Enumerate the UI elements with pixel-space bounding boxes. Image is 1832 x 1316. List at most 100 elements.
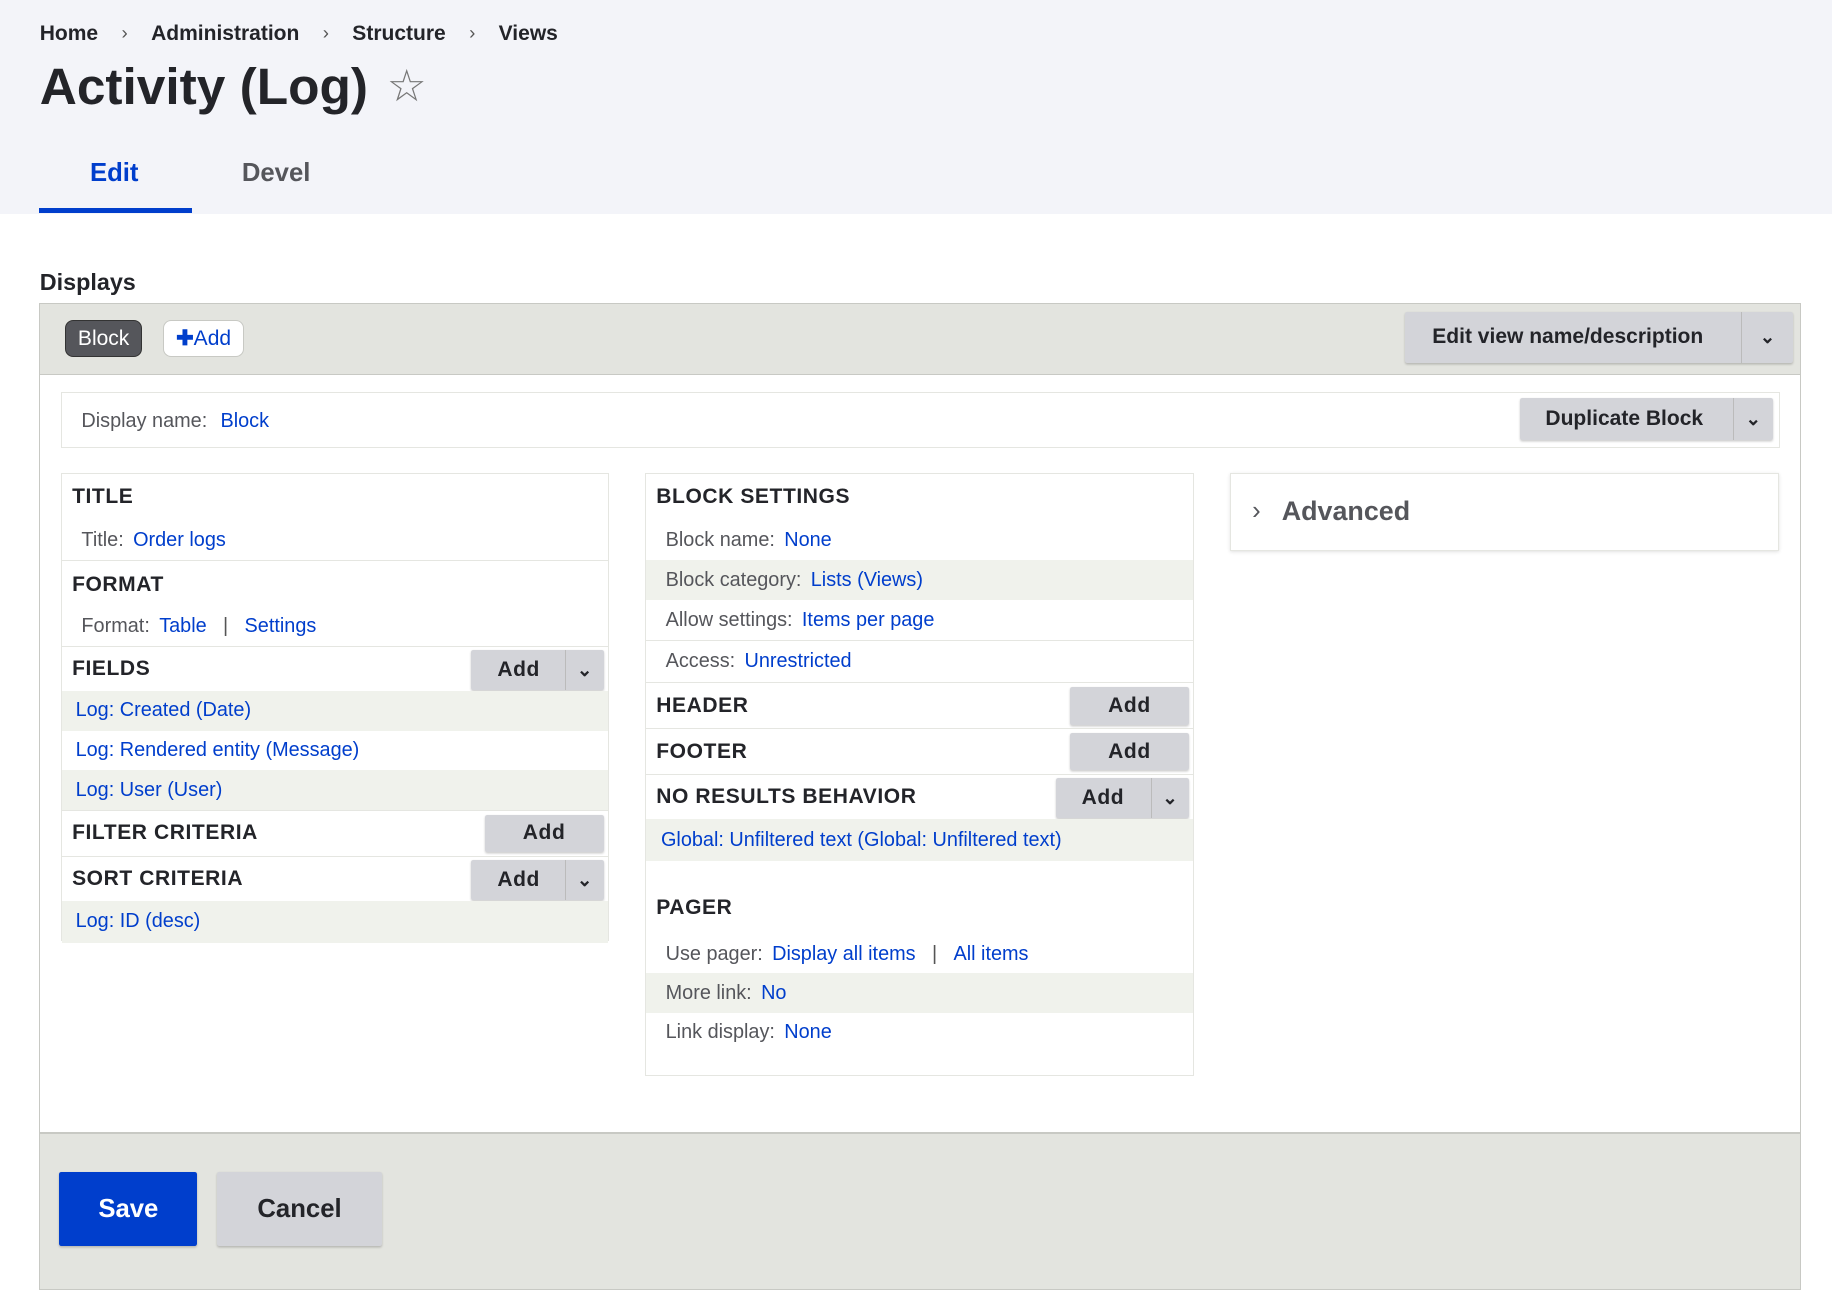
field-link[interactable]: Log: Created (Date) — [76, 699, 252, 722]
link-display-row: Link display: None — [646, 1013, 1193, 1053]
footer-heading: FOOTER — [656, 739, 748, 763]
no-results-item: Global: Unfiltered text (Global: Unfilte… — [645, 819, 1193, 862]
title-label: Title: — [81, 529, 124, 552]
section-header: HEADER Add — [645, 681, 1193, 729]
displays-panel: Block ✚Add Edit view name/description ⌄ … — [38, 302, 1802, 1290]
fields-add-button[interactable]: Add ⌄ — [470, 650, 604, 690]
row-label: Link display: — [665, 1021, 775, 1044]
section-fields: FIELDS Add ⌄ — [61, 645, 609, 691]
use-pager-row: Use pager: Display all items | All items — [665, 943, 1029, 966]
section-filter-criteria: FILTER CRITERIA Add — [61, 810, 609, 855]
chevron-down-icon[interactable]: ⌄ — [565, 650, 603, 690]
allow-settings-row: Allow settings: Items per page — [645, 600, 1193, 641]
row-label: Access: — [665, 649, 736, 672]
block-name-row: Block name: None — [646, 521, 1193, 561]
breadcrumb-administration[interactable]: Administration — [151, 22, 299, 46]
row-label: Block category: — [665, 568, 802, 591]
field-link[interactable]: Log: Rendered entity (Message) — [76, 739, 360, 762]
add-label: Add — [497, 657, 540, 681]
sort-link[interactable]: Log: ID (desc) — [76, 910, 201, 933]
display-tab-block[interactable]: Block — [65, 319, 142, 357]
more-link-row: More link: No — [645, 973, 1193, 1014]
row-link[interactable]: Unrestricted — [745, 650, 852, 673]
breadcrumb-home[interactable]: Home — [40, 22, 98, 46]
no-results-add-button[interactable]: Add ⌄ — [1055, 778, 1190, 818]
row-label: More link: — [665, 981, 752, 1004]
save-button[interactable]: Save — [59, 1171, 198, 1247]
section-block-settings: BLOCK SETTINGS — [656, 485, 851, 509]
no-results-heading: NO RESULTS BEHAVIOR — [656, 784, 917, 808]
tab-edit[interactable]: Edit — [90, 159, 139, 188]
header-add-button[interactable]: Add — [1069, 687, 1190, 725]
add-label: Add — [1081, 786, 1125, 810]
left-column: TITLE Title: Order logs FORMAT Format: Tab… — [60, 473, 610, 943]
fields-heading: FIELDS — [72, 656, 151, 680]
title-link[interactable]: Order logs — [133, 529, 226, 552]
chevron-down-icon[interactable]: ⌄ — [1732, 398, 1774, 441]
add-label: Add — [497, 867, 540, 891]
pager-items-link[interactable]: All items — [953, 943, 1028, 966]
tab-devel[interactable]: Devel — [242, 159, 311, 188]
cancel-button[interactable]: Cancel — [217, 1171, 382, 1247]
edit-view-label: Edit view name/description — [1432, 325, 1704, 349]
filter-add-button[interactable]: Add — [484, 814, 604, 852]
plus-icon: ✚ — [176, 326, 194, 350]
middle-column: BLOCK SETTINGS Block name: None Block cat… — [644, 473, 1194, 1076]
field-item: Log: Rendered entity (Message) — [62, 731, 609, 771]
add-display-button[interactable]: ✚Add — [163, 319, 244, 357]
filter-heading: FILTER CRITERIA — [72, 821, 258, 845]
section-format: FORMAT — [61, 560, 609, 608]
chevron-right-icon: › — [322, 22, 329, 44]
page-title: Activity (Log) — [39, 57, 369, 116]
format-settings-link[interactable]: Settings — [245, 615, 317, 638]
footer-add-button[interactable]: Add — [1069, 732, 1190, 771]
active-tab-indicator — [38, 207, 192, 213]
row-label: Allow settings: — [665, 608, 793, 631]
format-row: Format: Table | Settings — [81, 615, 317, 638]
header-heading: HEADER — [656, 693, 749, 717]
section-no-results: NO RESULTS BEHAVIOR Add ⌄ — [645, 773, 1193, 819]
display-name-link[interactable]: Block — [220, 410, 269, 433]
sort-add-button[interactable]: Add ⌄ — [470, 860, 604, 900]
row-link[interactable]: Items per page — [802, 609, 934, 632]
format-label: Format: — [81, 615, 150, 638]
display-name-row: Display name: Block Duplicate Block ⌄ — [60, 392, 1781, 449]
breadcrumb-views[interactable]: Views — [499, 22, 558, 46]
sort-heading: SORT CRITERIA — [72, 866, 244, 890]
chevron-right-icon: › — [121, 22, 128, 44]
row-label: Use pager: — [665, 943, 763, 966]
chevron-down-icon[interactable]: ⌄ — [1150, 778, 1189, 818]
pager-link[interactable]: Display all items — [772, 943, 915, 966]
field-link[interactable]: Log: User (User) — [76, 779, 223, 802]
advanced-toggle[interactable]: › Advanced — [1230, 473, 1779, 551]
breadcrumb: Home › Administration › Structure › Views — [40, 22, 558, 46]
row-label: Block name: — [665, 529, 775, 552]
access-row: Access: Unrestricted — [646, 641, 1193, 682]
title-row: Title: Order logs — [62, 521, 609, 561]
row-link[interactable]: Lists (Views) — [811, 569, 923, 592]
duplicate-block-button[interactable]: Duplicate Block ⌄ — [1519, 398, 1774, 441]
chevron-right-icon: › — [469, 22, 476, 44]
star-icon[interactable]: ☆ — [387, 61, 427, 112]
no-results-link[interactable]: Global: Unfiltered text (Global: Unfilte… — [661, 829, 1062, 852]
more-link[interactable]: No — [761, 982, 786, 1005]
sort-item: Log: ID (desc) — [61, 900, 609, 943]
displays-heading: Displays — [39, 268, 136, 295]
advanced-label: Advanced — [1281, 496, 1411, 527]
display-name-label: Display name: — [81, 409, 208, 432]
field-item: Log: User (User) — [61, 770, 609, 811]
form-actions: Save Cancel — [39, 1132, 1801, 1289]
section-footer: FOOTER Add — [645, 728, 1193, 773]
row-link[interactable]: None — [784, 529, 831, 552]
section-sort-criteria: SORT CRITERIA Add ⌄ — [61, 855, 609, 901]
breadcrumb-structure[interactable]: Structure — [352, 22, 445, 46]
section-pager: PAGER — [656, 895, 733, 919]
link-display-link[interactable]: None — [784, 1021, 831, 1044]
page-header: Home › Administration › Structure › Views A… — [0, 0, 1832, 214]
duplicate-label: Duplicate Block — [1545, 407, 1704, 431]
format-link[interactable]: Table — [159, 615, 206, 638]
chevron-down-icon[interactable]: ⌄ — [565, 860, 603, 900]
add-display-label: Add — [193, 326, 232, 350]
edit-view-name-button[interactable]: Edit view name/description ⌄ — [1405, 311, 1794, 364]
chevron-down-icon[interactable]: ⌄ — [1740, 311, 1793, 364]
